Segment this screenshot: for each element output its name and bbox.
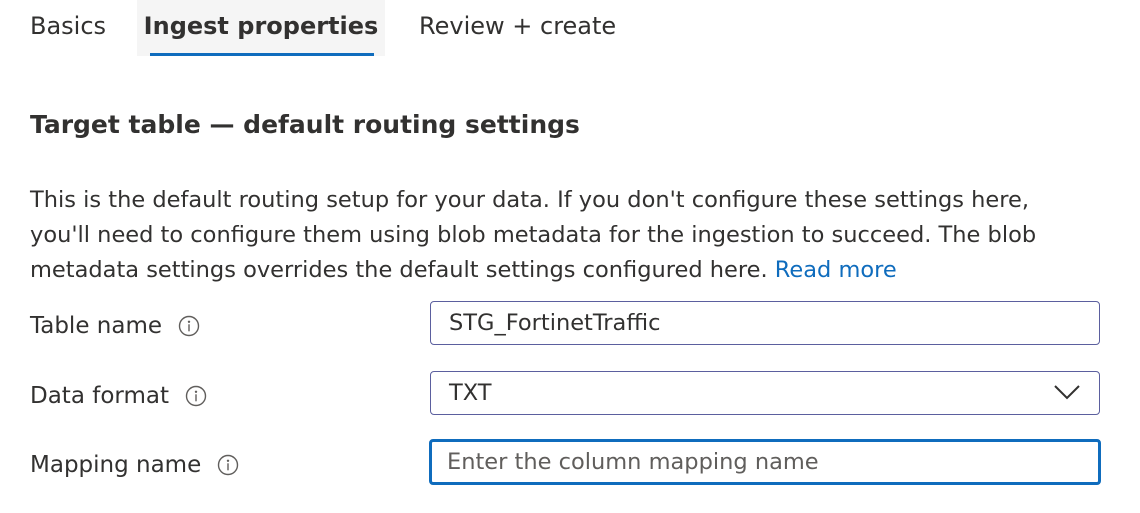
read-more-link[interactable]: Read more [775,257,897,283]
tab-review-create[interactable]: Review + create [419,0,616,56]
info-icon[interactable] [178,315,200,337]
tab-basics[interactable]: Basics [30,0,106,56]
data-format-row: Data format TXT [0,371,1140,421]
table-name-label-wrap: Table name [30,301,200,351]
data-format-label-wrap: Data format [30,371,207,421]
table-name-input[interactable] [430,301,1100,345]
info-icon[interactable] [217,454,239,476]
data-format-dropdown[interactable]: TXT [430,371,1100,415]
data-format-selected-value: TXT [449,379,492,406]
mapping-name-label: Mapping name [30,452,202,478]
data-format-label: Data format [30,383,169,409]
chevron-down-icon [1054,385,1080,400]
section-description: This is the default routing setup for yo… [30,183,1090,288]
info-icon[interactable] [185,385,207,407]
table-name-label: Table name [30,313,163,339]
table-name-row: Table name [0,301,1140,351]
mapping-name-label-wrap: Mapping name [30,440,239,490]
active-tab-indicator [150,53,374,56]
section-title: Target table — default routing settings [30,110,580,139]
mapping-name-row: Mapping name [0,439,1140,490]
tab-ingest-properties-label: Ingest properties [143,12,379,40]
mapping-name-input[interactable] [429,439,1101,485]
wizard-tabs: Basics Ingest properties Review + create [0,0,700,60]
tab-ingest-properties[interactable]: Ingest properties [137,0,385,56]
